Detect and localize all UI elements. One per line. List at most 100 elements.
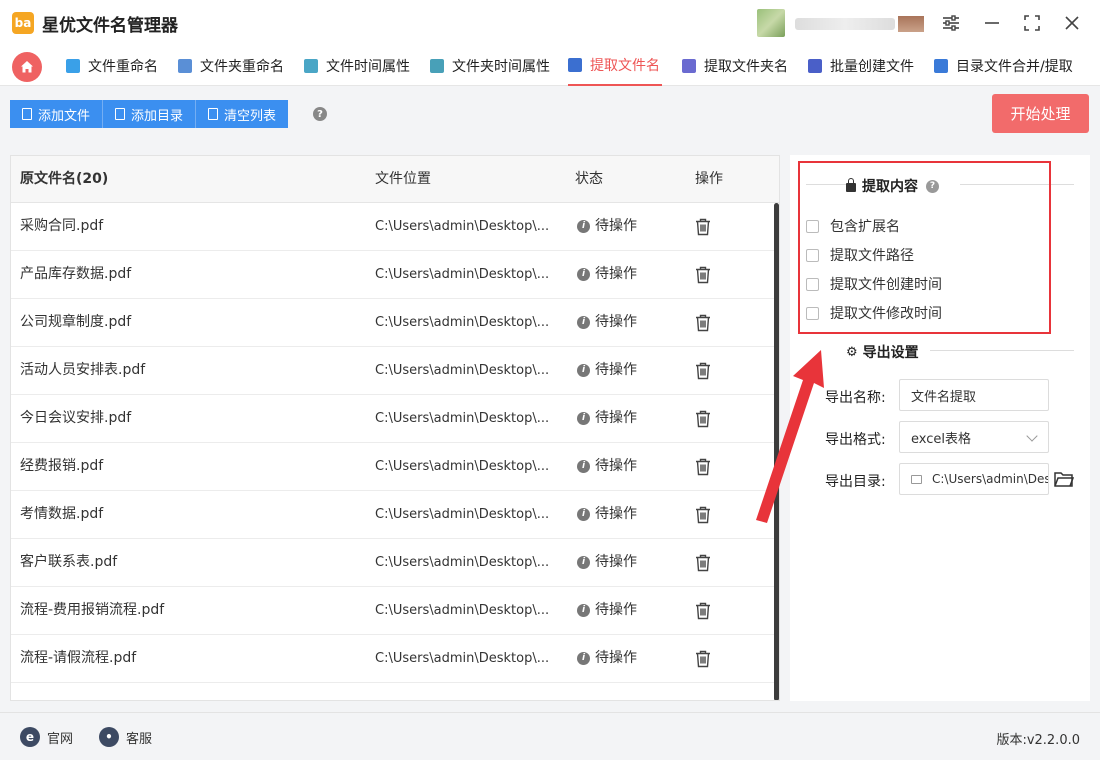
delete-button[interactable] <box>695 299 719 346</box>
table-row[interactable]: 产品库存数据.pdf C:\Users\admin\Desktop\... i 待操作 <box>11 251 779 299</box>
status-cell: i 待操作 <box>577 203 677 250</box>
delete-button[interactable] <box>695 443 719 490</box>
home-button[interactable] <box>12 52 42 82</box>
add-directory-button[interactable]: 添加目录 <box>103 100 197 128</box>
status-cell: i 待操作 <box>577 491 677 538</box>
add-file-button[interactable]: 添加文件 <box>10 100 104 128</box>
delete-button[interactable] <box>695 347 719 394</box>
tab-folder-time[interactable]: 文件夹时间属性 <box>430 46 550 86</box>
trash-icon <box>695 506 711 524</box>
trash-icon <box>695 410 711 428</box>
file-location-cell: C:\Users\admin\Desktop\... <box>375 411 550 426</box>
settings-sliders-icon[interactable] <box>940 12 962 34</box>
file-location-cell: C:\Users\admin\Desktop\... <box>375 363 550 378</box>
file-time-icon <box>304 59 318 73</box>
status-cell: i 待操作 <box>577 635 677 682</box>
file-name-cell: 客户联系表.pdf <box>20 554 118 570</box>
maximize-icon[interactable] <box>1021 12 1043 34</box>
status-cell: i 待操作 <box>577 299 677 346</box>
table-row[interactable]: 客户联系表.pdf C:\Users\admin\Desktop\... i 待操作 <box>11 539 779 587</box>
tab-extract-foldername[interactable]: 提取文件夹名 <box>682 46 788 86</box>
table-row[interactable]: 今日会议安排.pdf C:\Users\admin\Desktop\... i 待操作 <box>11 395 779 443</box>
start-process-button[interactable]: 开始处理 <box>992 94 1089 133</box>
trash-icon <box>695 554 711 572</box>
file-name-cell: 流程-请假流程.pdf <box>20 650 137 666</box>
file-location-cell: C:\Users\admin\Desktop\... <box>375 267 550 282</box>
delete-button[interactable] <box>695 539 719 586</box>
chevron-down-icon <box>1026 430 1038 442</box>
table-row[interactable]: 公司规章制度.pdf C:\Users\admin\Desktop\... i 待操作 <box>11 299 779 347</box>
folder-rename-icon <box>178 59 192 73</box>
table-row[interactable]: 采购合同.pdf C:\Users\admin\Desktop\... i 待操作 <box>11 203 779 251</box>
info-icon: i <box>577 316 590 329</box>
help-icon[interactable]: ? <box>313 107 327 121</box>
trash-icon <box>695 650 711 668</box>
delete-button[interactable] <box>695 635 719 682</box>
delete-button[interactable] <box>695 587 719 634</box>
user-badge-blurred <box>898 16 924 32</box>
export-format-select[interactable]: excel表格 <box>899 421 1049 453</box>
export-settings-title: ⚙ 导出设置 <box>846 344 919 362</box>
export-name-input[interactable]: 文件名提取 <box>899 379 1049 411</box>
version-text: 版本:v2.2.0.0 <box>996 733 1080 748</box>
merge-extract-icon <box>934 59 948 73</box>
header-filename: 原文件名(20) <box>20 171 109 187</box>
info-icon: i <box>577 220 590 233</box>
tab-batch-create[interactable]: 批量创建文件 <box>808 46 914 86</box>
table-row[interactable]: 活动人员安排表.pdf C:\Users\admin\Desktop\... i 待操… <box>11 347 779 395</box>
support-link[interactable]: • 客服 <box>99 727 152 747</box>
info-icon: i <box>577 652 590 665</box>
app-logo-icon: ba <box>12 12 34 34</box>
table-row[interactable]: 流程-费用报销流程.pdf C:\Users\admin\Desktop\... i… <box>11 587 779 635</box>
delete-button[interactable] <box>695 203 719 250</box>
website-link[interactable]: e 官网 <box>20 727 73 747</box>
minimize-icon[interactable] <box>981 12 1003 34</box>
info-icon: i <box>577 268 590 281</box>
info-icon: i <box>577 508 590 521</box>
file-location-cell: C:\Users\admin\Desktop\... <box>375 507 550 522</box>
header-action: 操作 <box>695 171 723 187</box>
trash-icon <box>695 314 711 332</box>
delete-button[interactable] <box>695 251 719 298</box>
title-bar: ba 星优文件名管理器 <box>0 0 1100 46</box>
delete-button[interactable] <box>695 395 719 442</box>
info-icon: i <box>577 412 590 425</box>
status-cell: i 待操作 <box>577 443 677 490</box>
status-cell: i 待操作 <box>577 251 677 298</box>
trash-icon <box>695 458 711 476</box>
table-row-partial[interactable] <box>11 683 779 700</box>
tab-folder-rename[interactable]: 文件夹重命名 <box>178 46 284 86</box>
trash-icon <box>695 602 711 620</box>
folder-icon <box>911 474 922 484</box>
table-body: 采购合同.pdf C:\Users\admin\Desktop\... i 待操作 产品… <box>11 203 779 700</box>
table-row[interactable]: 流程-请假流程.pdf C:\Users\admin\Desktop\... i 待操… <box>11 635 779 683</box>
file-toolbar: 添加文件 添加目录 清空列表 <box>10 100 289 128</box>
annotation-arrow <box>756 350 824 523</box>
tab-merge-extract[interactable]: 目录文件合并/提取 <box>934 46 1073 86</box>
extract-foldername-icon <box>682 59 696 73</box>
tab-file-time[interactable]: 文件时间属性 <box>304 46 410 86</box>
delete-button[interactable] <box>695 491 719 538</box>
info-icon: i <box>577 604 590 617</box>
close-icon[interactable] <box>1061 12 1083 34</box>
user-avatar[interactable] <box>757 9 785 37</box>
file-rename-icon <box>66 59 80 73</box>
file-location-cell: C:\Users\admin\Desktop\... <box>375 219 550 234</box>
tab-file-rename[interactable]: 文件重命名 <box>66 46 158 86</box>
file-name-cell: 考情数据.pdf <box>20 506 104 522</box>
file-location-cell: C:\Users\admin\Desktop\... <box>375 555 550 570</box>
trash-icon <box>695 218 711 236</box>
directory-icon <box>115 108 126 120</box>
highlight-box <box>798 161 1051 334</box>
status-cell: i 待操作 <box>577 395 677 442</box>
clear-list-button[interactable]: 清空列表 <box>196 100 289 128</box>
tab-extract-filename[interactable]: 提取文件名 <box>568 46 662 86</box>
info-icon: i <box>577 556 590 569</box>
footer: e 官网 • 客服 版本:v2.2.0.0 <box>0 712 1100 760</box>
trash-icon <box>208 108 219 120</box>
chat-icon: • <box>99 727 119 747</box>
export-dir-input[interactable]: C:\Users\admin\Des <box>899 463 1049 495</box>
browse-folder-icon[interactable] <box>1054 470 1075 492</box>
table-row[interactable]: 考情数据.pdf C:\Users\admin\Desktop\... i 待操作 <box>11 491 779 539</box>
table-row[interactable]: 经费报销.pdf C:\Users\admin\Desktop\... i 待操作 <box>11 443 779 491</box>
